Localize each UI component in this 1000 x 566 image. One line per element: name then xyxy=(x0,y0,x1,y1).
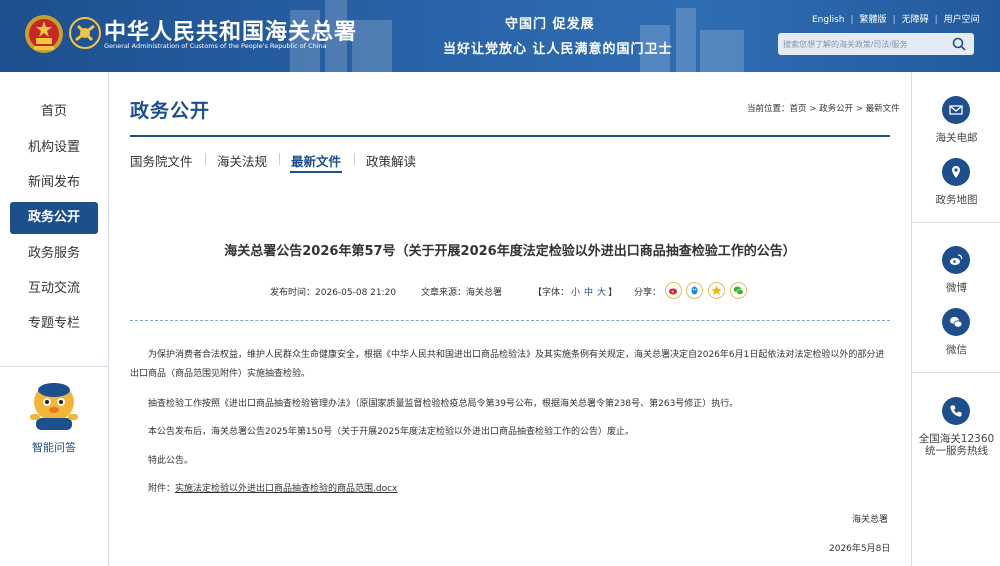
link-traditional[interactable]: 繁體版 xyxy=(860,15,887,25)
assistant-label[interactable]: 智能问答 xyxy=(0,439,108,455)
tab-separator xyxy=(279,153,280,165)
link-accessibility[interactable]: 无障碍 xyxy=(902,15,929,25)
breadcrumb-government-affairs[interactable]: 政务公开 xyxy=(819,104,853,114)
source-label: 文章来源： xyxy=(421,288,467,298)
article-source: 文章来源：海关总署 xyxy=(421,285,502,298)
map-icon[interactable] xyxy=(942,158,970,186)
wechat-icon[interactable] xyxy=(942,308,970,336)
font-size-large[interactable]: 大 xyxy=(597,288,606,298)
top-links: English | 繁體版 | 无障碍 | 用户空间 xyxy=(812,12,980,25)
nav-divider xyxy=(0,366,108,367)
share-wechat-icon[interactable] xyxy=(730,282,747,299)
rail-label-email[interactable]: 海关电邮 xyxy=(912,130,1000,145)
phone-icon[interactable] xyxy=(942,397,970,425)
nav-item-services[interactable]: 政务服务 xyxy=(10,238,98,270)
breadcrumb-separator: > xyxy=(806,104,820,114)
rail-divider xyxy=(912,222,1000,223)
article-title: 海关总署公告2026年第57号（关于开展2026年度法定检验以外进出口商品抽查检… xyxy=(224,244,796,259)
right-rail: 海关电邮 政务地图 微博 微信 全国海关12360 统一服务热线 xyxy=(911,72,1000,566)
nav-item-special-topics[interactable]: 专题专栏 xyxy=(10,308,98,340)
attachment-label: 附件： xyxy=(148,484,176,494)
link-english[interactable]: English xyxy=(812,15,845,25)
tab-policy-interpretation[interactable]: 政策解读 xyxy=(366,151,416,170)
nav-item-government-affairs[interactable]: 政务公开 xyxy=(10,202,98,234)
rail-label-weibo[interactable]: 微博 xyxy=(912,280,1000,295)
site-header: 中华人民共和国海关总署 General Administration of Cu… xyxy=(0,0,1000,72)
link-separator: | xyxy=(934,15,938,25)
nav-item-interaction[interactable]: 互动交流 xyxy=(10,273,98,305)
section-title: 政务公开 xyxy=(130,100,211,122)
breadcrumb: 当前位置：首页 > 政务公开 > 最新文件 xyxy=(747,102,900,114)
slogan-primary: 守国门 促发展 xyxy=(505,17,595,32)
national-emblem-icon xyxy=(25,15,63,53)
customs-badge-icon xyxy=(69,17,101,49)
attachment-link[interactable]: 实施法定检验以外进出口商品抽查检验的商品范围.docx xyxy=(175,484,397,494)
email-icon[interactable] xyxy=(942,96,970,124)
publish-time: 发布时间：2026-05-08 21:20 xyxy=(270,285,396,298)
share-label: 分享： xyxy=(634,288,662,298)
publish-time-label: 发布时间： xyxy=(270,288,316,298)
link-separator: | xyxy=(850,15,854,25)
search-icon[interactable] xyxy=(952,37,966,51)
active-tab-indicator xyxy=(290,171,342,173)
tab-latest-documents[interactable]: 最新文件 xyxy=(291,151,341,170)
assistant-mascot-icon[interactable] xyxy=(26,378,82,434)
share-qzone-icon[interactable] xyxy=(708,282,725,299)
breadcrumb-prefix: 当前位置： xyxy=(747,104,790,114)
slogan-secondary: 当好让党放心 让人民满意的国门卫士 xyxy=(443,42,673,57)
font-size-label-close: 】 xyxy=(608,288,618,298)
nav-item-home[interactable]: 首页 xyxy=(10,96,98,128)
share-qq-icon[interactable] xyxy=(686,282,703,299)
nav-item-organization[interactable]: 机构设置 xyxy=(10,132,98,164)
rail-label-map[interactable]: 政务地图 xyxy=(912,192,1000,207)
font-size-medium[interactable]: 中 xyxy=(584,288,593,298)
signature: 海关总署 xyxy=(852,515,889,525)
article-date: 2026年5月8日 xyxy=(829,544,891,554)
title-divider xyxy=(130,135,890,137)
article-paragraph: 为保护消费者合法权益，维护人民群众生命健康安全，根据《中华人民共和国进出口商品检… xyxy=(130,350,885,379)
breadcrumb-home[interactable]: 首页 xyxy=(790,104,807,114)
rail-divider xyxy=(912,372,1000,373)
share-weibo-icon[interactable] xyxy=(665,282,682,299)
link-user-space[interactable]: 用户空间 xyxy=(944,15,980,25)
rail-label-hotline-sub[interactable]: 统一服务热线 xyxy=(912,443,1000,458)
article-paragraph: 特此公告。 xyxy=(148,456,194,466)
article-paragraph: 抽查检验工作按照《进出口商品抽查检验管理办法》（原国家质量监督检验检疫总局令第3… xyxy=(148,399,739,409)
search-box xyxy=(778,33,974,55)
link-separator: | xyxy=(892,15,896,25)
article-paragraph: 本公告发布后，海关总署公告2025年第150号（关于开展2025年度法定检验以外… xyxy=(148,427,634,437)
tab-separator xyxy=(354,153,355,165)
tab-separator xyxy=(205,153,206,165)
article-divider xyxy=(130,320,890,321)
font-size-control: 【字体：小中大】 xyxy=(533,285,617,298)
tab-customs-regulations[interactable]: 海关法规 xyxy=(217,151,267,170)
publish-time-value: 2026-05-08 21:20 xyxy=(315,288,397,298)
rail-label-wechat[interactable]: 微信 xyxy=(912,342,1000,357)
breadcrumb-separator: > xyxy=(853,104,866,114)
search-input[interactable] xyxy=(783,36,943,52)
org-name-en: General Administration of Customs of the… xyxy=(104,42,327,50)
weibo-icon[interactable] xyxy=(942,246,970,274)
breadcrumb-latest-documents[interactable]: 最新文件 xyxy=(866,104,900,114)
font-size-small[interactable]: 小 xyxy=(571,288,580,298)
source-value: 海关总署 xyxy=(466,288,503,298)
attachment-line: 附件：实施法定检验以外进出口商品抽查检验的商品范围.docx xyxy=(130,480,890,499)
font-size-label-open: 【字体： xyxy=(533,288,570,298)
left-nav: 首页 机构设置 新闻发布 政务公开 政务服务 互动交流 专题专栏 智能问答 xyxy=(0,72,109,566)
nav-item-news[interactable]: 新闻发布 xyxy=(10,167,98,199)
tab-state-council-documents[interactable]: 国务院文件 xyxy=(130,151,193,170)
